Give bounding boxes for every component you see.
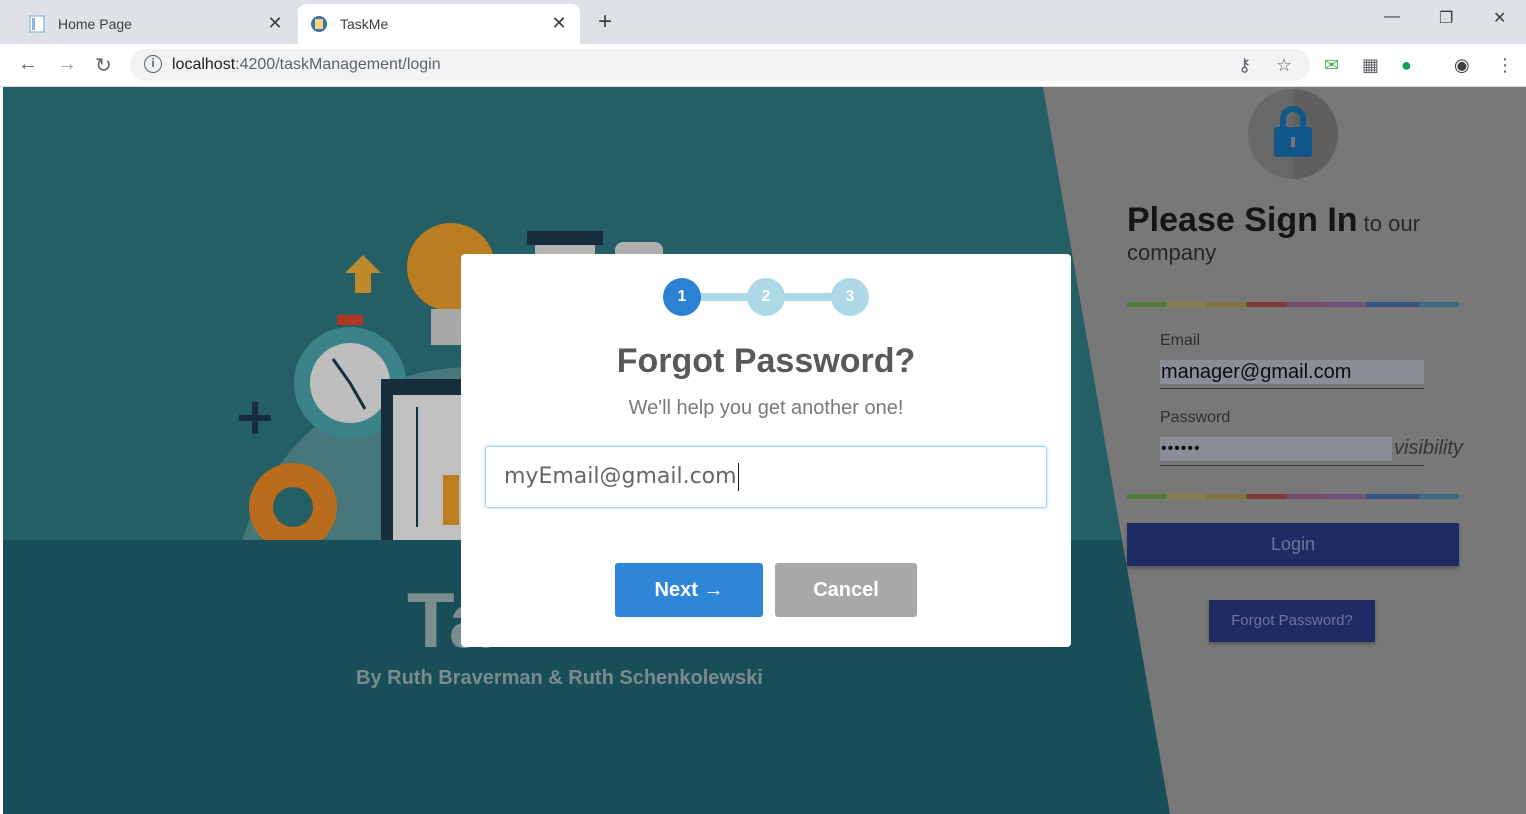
new-tab-icon[interactable]: + (598, 8, 612, 36)
url-field[interactable]: i localhost:4200/taskManagement/login (130, 49, 1310, 81)
menu-icon[interactable]: ⋮ (1496, 55, 1514, 76)
close-icon[interactable]: ✕ (548, 13, 570, 34)
restore-icon[interactable]: ❐ (1439, 8, 1453, 28)
recovery-email-value: myEmail@gmail.com (504, 464, 737, 489)
cancel-button[interactable]: Cancel (775, 563, 917, 617)
back-icon[interactable]: ← (18, 53, 38, 76)
page-icon (28, 15, 46, 33)
tab-title: Home Page (58, 16, 132, 32)
key-icon[interactable]: ⚷ (1238, 55, 1251, 76)
profile-icon[interactable]: ◉ (1454, 55, 1470, 76)
step-3: 3 (831, 278, 869, 316)
extension-icon[interactable]: ▦ (1362, 55, 1379, 76)
stepper: 1 2 3 (661, 278, 871, 318)
step-2: 2 (747, 278, 785, 316)
tab-title: TaskMe (340, 16, 389, 32)
text-cursor (737, 463, 739, 491)
dialog-title: Forgot Password? (616, 342, 916, 380)
minimize-icon[interactable]: — (1384, 8, 1400, 26)
forward-icon[interactable]: → (57, 53, 77, 76)
taskme-favicon-icon (310, 15, 328, 33)
window-close-icon[interactable]: ✕ (1493, 8, 1506, 28)
extension-icon[interactable]: ✉ (1324, 55, 1339, 76)
extension-icon[interactable]: ● (1401, 55, 1412, 76)
next-button[interactable]: Next → (615, 563, 763, 617)
reload-icon[interactable]: ↻ (95, 53, 112, 78)
tab-home-page[interactable]: Home Page ✕ (4, 4, 296, 44)
dialog-subtitle: We'll help you get another one! (628, 397, 904, 419)
browser-tab-bar: Home Page ✕ TaskMe ✕ + — ❐ ✕ (0, 0, 1526, 44)
address-bar: ← → ↻ i localhost:4200/taskManagement/lo… (0, 44, 1526, 87)
info-icon[interactable]: i (144, 55, 162, 73)
step-1: 1 (663, 278, 701, 316)
url-text: localhost:4200/taskManagement/login (172, 56, 441, 73)
close-icon[interactable]: ✕ (264, 13, 286, 34)
tab-taskme[interactable]: TaskMe ✕ (298, 4, 580, 44)
recovery-email-input[interactable]: myEmail@gmail.com (485, 446, 1047, 508)
star-icon[interactable]: ☆ (1276, 55, 1292, 76)
forgot-password-dialog: 1 2 3 Forgot Password? We'll help you ge… (461, 254, 1071, 647)
